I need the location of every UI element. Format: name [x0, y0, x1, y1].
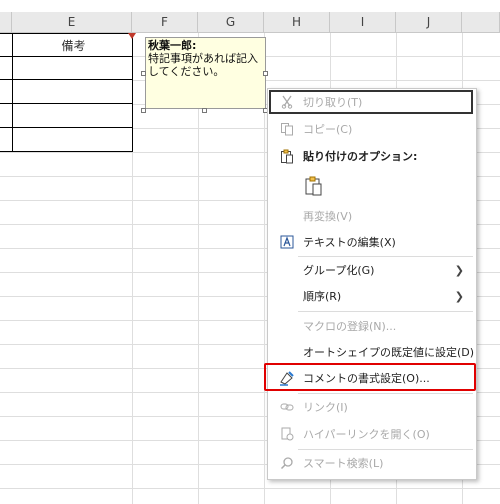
comment-line-1: 特記事項があれば記入 [148, 52, 258, 65]
table-header-label: 備考 [61, 39, 86, 53]
column-header-j[interactable]: J [396, 12, 462, 33]
text-box-icon [278, 233, 296, 251]
column-header-i[interactable]: I [330, 12, 396, 33]
column-header-h[interactable]: H [264, 12, 330, 33]
column-header-d[interactable] [0, 12, 12, 33]
focus-outline [269, 90, 473, 114]
table-cell[interactable] [12, 127, 133, 152]
table-cell[interactable] [12, 103, 133, 128]
menu-item-label: マクロの登録(N)... [303, 320, 397, 333]
menu-item-cut[interactable]: 切り取り(T) [268, 89, 474, 115]
grid-line [0, 488, 500, 489]
menu-item-label: グループ化(G) [303, 264, 375, 277]
highlight-frame [264, 363, 476, 391]
menu-item-assign-macro[interactable]: マクロの登録(N)... [268, 313, 474, 339]
link-icon [278, 398, 296, 416]
resize-handle[interactable] [141, 71, 146, 76]
menu-item-edit-text[interactable]: テキストの編集(X) [268, 229, 474, 255]
context-menu: 切り取り(T) コピー(C) 貼り付けのオプション: 再変換(V) テキストの編… [267, 88, 477, 480]
search-icon [278, 454, 296, 472]
menu-item-set-default-shape[interactable]: オートシェイプの既定値に設定(D) [268, 339, 474, 365]
table-cell[interactable] [12, 56, 133, 80]
menu-item-link[interactable]: リンク(I) [268, 394, 474, 420]
resize-handle[interactable] [263, 71, 268, 76]
menu-item-label: オートシェイプの既定値に設定(D) [303, 346, 475, 359]
chevron-right-icon: ❯ [454, 263, 464, 277]
menu-item-label: テキストの編集(X) [303, 236, 396, 249]
resize-handle[interactable] [202, 108, 207, 113]
clipboard-icon [302, 174, 326, 198]
column-header-k[interactable] [462, 12, 500, 33]
menu-item-label: 切り取り(T) [303, 96, 363, 109]
menu-item-label: 貼り付けのオプション: [303, 150, 418, 163]
menu-item-label: コピー(C) [303, 123, 353, 136]
chevron-right-icon: ❯ [454, 289, 464, 303]
menu-item-open-hyperlink[interactable]: ハイパーリンクを開く(O) [268, 421, 474, 447]
menu-item-group[interactable]: グループ化(G) ❯ [268, 257, 474, 283]
menu-item-paste-options: 貼り付けのオプション: [268, 143, 474, 169]
comment-author: 秋葉一郎: [148, 39, 197, 52]
menu-item-label: 再変換(V) [303, 210, 353, 223]
menu-item-label: 順序(R) [303, 290, 342, 303]
comment-line-2: してください。 [148, 65, 225, 78]
paste-icon [278, 147, 296, 165]
menu-item-order[interactable]: 順序(R) ❯ [268, 283, 474, 309]
column-header-f[interactable]: F [132, 12, 198, 33]
menu-item-smart-lookup[interactable]: スマート検索(L) [268, 450, 474, 476]
menu-item-label: リンク(I) [303, 401, 348, 414]
column-header-g[interactable]: G [198, 12, 264, 33]
copy-icon [278, 120, 296, 138]
comment-box[interactable]: 秋葉一郎: 特記事項があれば記入 してください。 [145, 37, 266, 109]
menu-item-reconvert[interactable]: 再変換(V) [268, 203, 474, 229]
menu-item-copy[interactable]: コピー(C) [268, 116, 474, 142]
resize-handle[interactable] [141, 108, 146, 113]
comment-indicator-icon [128, 33, 136, 39]
menu-separator [298, 311, 473, 312]
menu-item-label: スマート検索(L) [303, 457, 384, 470]
table-cell[interactable] [12, 79, 133, 104]
hyperlink-page-icon [278, 425, 296, 443]
scissors-icon [278, 93, 296, 111]
menu-item-label: ハイパーリンクを開く(O) [303, 428, 430, 441]
column-header-e[interactable]: E [12, 12, 132, 33]
paste-option-keep-source[interactable] [268, 169, 474, 203]
